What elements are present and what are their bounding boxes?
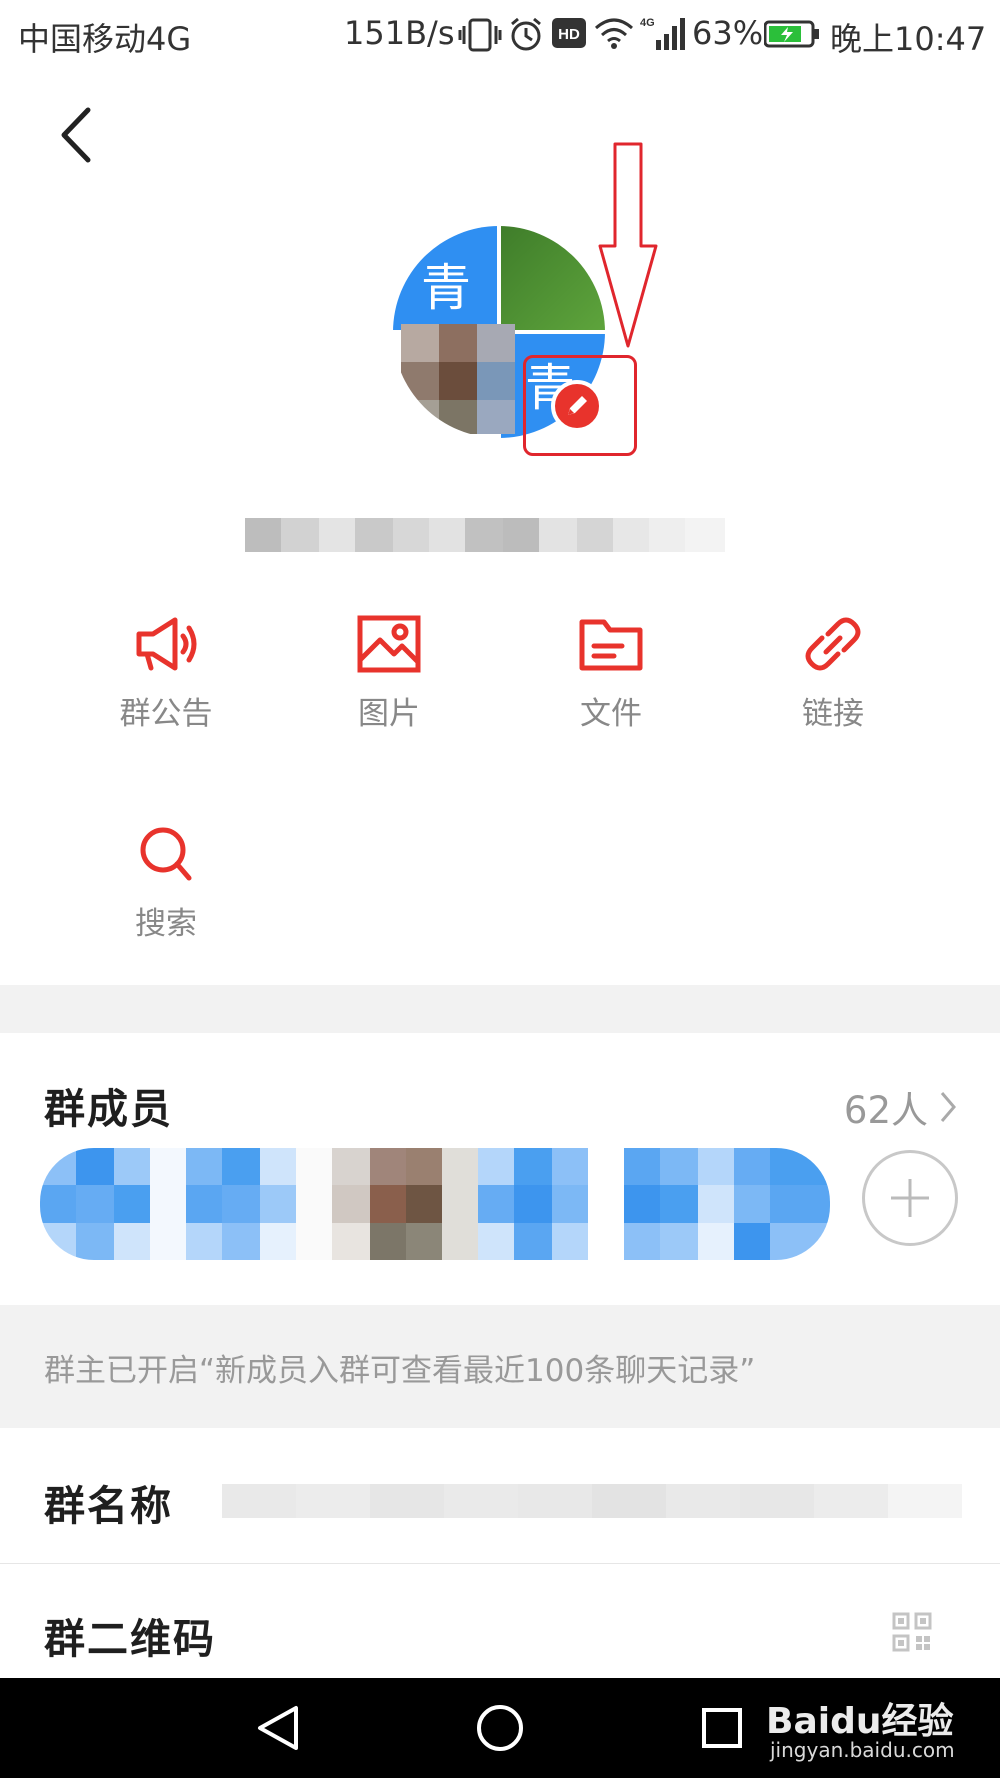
row-divider [0, 1563, 1000, 1564]
watermark-brand: Baidu经验 [766, 1701, 954, 1742]
status-bar: 中国移动4G 151B/s HD 4G 63% 晚上10:47 [0, 0, 1000, 70]
avatar-tile-char: 青 [421, 259, 471, 317]
action-label: 文件 [580, 696, 642, 732]
watermark-url: jingyan.baidu.com [770, 1738, 955, 1762]
circle-home-icon[interactable] [474, 1702, 526, 1754]
megaphone-icon [136, 617, 197, 671]
image-icon [357, 615, 421, 673]
plus-icon [891, 1179, 929, 1217]
action-search[interactable]: 搜索 [86, 822, 246, 943]
battery-percent: 63% [692, 14, 764, 52]
member-count: 62人 [843, 1089, 928, 1132]
annotation-down-arrow-icon [598, 142, 658, 348]
signal-icon: 4G [640, 17, 685, 50]
action-label: 链接 [802, 696, 864, 732]
action-links[interactable]: 链接 [753, 612, 913, 733]
svg-text:HD: HD [558, 26, 580, 43]
add-member-button[interactable] [862, 1150, 958, 1246]
notice-text: 群主已开启“新成员入群可查看最近100条聊天记录” [44, 1353, 756, 1389]
group-name-label: 群名称 [44, 1482, 173, 1530]
chevron-right-icon [940, 1092, 956, 1122]
alarm-icon [511, 17, 541, 51]
blurred-group-name [245, 518, 725, 552]
action-label: 群公告 [119, 696, 213, 732]
signal-type-label: 4G [640, 17, 655, 29]
history-notice: 群主已开启“新成员入群可查看最近100条聊天记录” [0, 1305, 1000, 1428]
clock: 晚上10:47 [830, 20, 987, 58]
wifi-icon [595, 18, 633, 49]
link-icon [805, 617, 861, 671]
members-title: 群成员 [44, 1085, 173, 1133]
back-button[interactable] [52, 100, 112, 170]
qr-code-icon[interactable] [892, 1612, 932, 1652]
annotation-highlight-box [523, 355, 637, 456]
battery-charging-icon [764, 20, 819, 48]
action-files[interactable]: 文件 [531, 612, 691, 733]
action-label: 搜索 [135, 906, 197, 942]
folder-icon [579, 619, 643, 671]
blurred-member-avatars [40, 1148, 830, 1260]
blurred-group-name-value [222, 1484, 962, 1518]
vibrate-icon [458, 18, 502, 52]
square-recents-icon[interactable] [698, 1704, 746, 1752]
action-label: 图片 [358, 696, 420, 732]
net-speed-label: 151B/s [344, 14, 455, 52]
member-count-link[interactable]: 62人 [844, 1080, 958, 1134]
section-divider [0, 985, 1000, 1033]
action-images[interactable]: 图片 [309, 612, 469, 733]
hd-icon: HD [552, 18, 586, 48]
action-announcement[interactable]: 群公告 [86, 612, 246, 733]
search-icon [140, 827, 192, 881]
baidu-jingyan-watermark: Baidu经验 jingyan.baidu.com [766, 1690, 986, 1770]
group-qr-label: 群二维码 [44, 1615, 216, 1663]
carrier-label: 中国移动4G [18, 20, 192, 58]
triangle-back-icon[interactable] [252, 1702, 304, 1754]
